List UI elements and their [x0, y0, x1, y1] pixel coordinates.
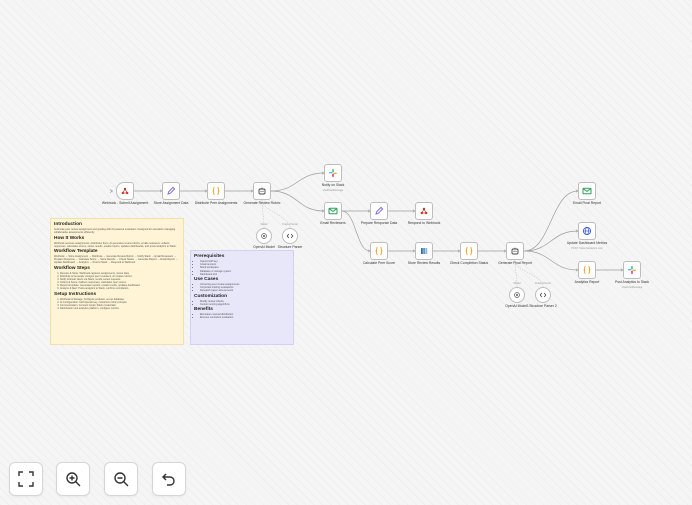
list-item: Research paper assessments	[200, 289, 290, 292]
node-openai-model[interactable]	[256, 228, 272, 244]
note-heading-use-cases: Use Cases	[194, 277, 219, 283]
pencil-icon	[166, 186, 176, 196]
note-heading-customization: Customization	[194, 293, 228, 299]
code-icon	[286, 232, 294, 240]
pencil-icon	[374, 206, 384, 216]
node-prepare-response[interactable]	[370, 202, 388, 220]
note-text-introduction: Automate peer review assignment and grad…	[54, 228, 176, 235]
node-calculate-peer[interactable]	[370, 242, 388, 260]
undo-icon	[162, 473, 175, 486]
node-label: Generate Final Report	[498, 261, 532, 265]
robot-icon	[257, 186, 267, 196]
code-braces-icon	[374, 246, 384, 256]
note-heading-setup: Setup Instructions	[54, 291, 97, 297]
zoom-in-icon	[66, 472, 81, 487]
node-structure-parser[interactable]	[282, 228, 298, 244]
node-analytics-report[interactable]	[578, 261, 596, 279]
node-label: Structure Parser 2	[529, 304, 557, 308]
node-subtitle: chatPostMessage	[322, 188, 344, 192]
node-respond-webhook[interactable]	[415, 202, 433, 220]
note-heading-how-it-works: How It Works	[54, 235, 85, 241]
note-heading-workflow-template: Workflow Template	[54, 249, 98, 255]
node-email-reviewers[interactable]	[324, 202, 342, 220]
node-generate-rubric[interactable]	[253, 182, 271, 200]
code-braces-icon	[211, 186, 221, 196]
node-webhook[interactable]	[116, 182, 134, 200]
robot-icon	[510, 246, 520, 256]
openai-icon	[260, 232, 268, 240]
note-list-customization: Modify review criteria Custom scoring al…	[194, 300, 290, 306]
fit-view-icon	[18, 471, 34, 487]
slack-icon	[627, 265, 637, 275]
note-text-workflow-template: Webhook → Store Assignment → Distribute …	[54, 255, 179, 265]
node-label: Update Dashboard Metrics	[566, 241, 608, 245]
code-braces-icon	[582, 265, 592, 275]
list-item: Custom scoring algorithms	[200, 303, 290, 306]
node-label: Notify on Slack	[321, 183, 345, 187]
list-item: Dashboard: Link analytics platform, conf…	[60, 307, 180, 310]
fit-view-button[interactable]	[9, 462, 43, 496]
node-store-review[interactable]	[415, 242, 433, 260]
workflow-canvas[interactable]: Introduction Automate peer review assign…	[0, 0, 692, 505]
slack-icon	[328, 168, 338, 178]
note-list-setup: Webhook & Storage: Configure endpoint, s…	[54, 298, 180, 311]
database-icon	[419, 246, 429, 256]
node-subtitle: chatPostMessage	[621, 285, 643, 289]
list-item: Dashboard tool	[200, 273, 290, 276]
connection-generate_final-analytics_report	[523, 250, 579, 271]
node-update-dashboard[interactable]	[578, 222, 596, 240]
note-text-how-it-works: Webhook receives assignments, distribute…	[54, 241, 177, 248]
node-generate-final[interactable]	[506, 242, 524, 260]
note-heading-benefits: Benefits	[194, 307, 213, 313]
sticky-note-overview[interactable]: Introduction Automate peer review assign…	[50, 218, 184, 345]
node-label: Structure Parser	[277, 245, 303, 249]
node-email-final[interactable]	[578, 182, 596, 200]
zoom-out-icon	[114, 472, 129, 487]
zoom-out-button[interactable]	[104, 462, 138, 496]
note-list-workflow-steps: Receive & Store: Webhook captures assign…	[54, 272, 180, 291]
connection-email_reviewers-calculate_peer	[341, 210, 371, 252]
list-item: Ensures consistent evaluation	[200, 316, 290, 319]
email-icon	[582, 186, 592, 196]
node-label: Email Final Report	[573, 201, 601, 205]
globe-icon	[582, 226, 592, 236]
note-list-benefits: Eliminates manual distribution Ensures c…	[194, 313, 290, 319]
node-subtitle: POST: https://analytics.com	[571, 246, 603, 250]
node-connector-tag: Output Parser	[281, 223, 299, 226]
list-item: Analyze & Alert: Posts analytics to Slac…	[60, 287, 180, 290]
code-icon	[539, 291, 547, 299]
node-notify-slack[interactable]	[324, 164, 342, 182]
code-braces-icon	[464, 246, 474, 256]
note-list-prerequisites: OpenAI API key Gmail account Slack works…	[194, 260, 290, 276]
note-heading-prerequisites: Prerequisites	[194, 254, 225, 260]
node-label: Respond to Webhook	[407, 221, 441, 225]
node-check-completion[interactable]	[460, 242, 478, 260]
node-connector-tag: Output Parser	[534, 282, 552, 285]
node-store-assignment[interactable]	[162, 182, 180, 200]
webhook-icon	[419, 206, 429, 216]
node-post-analytics[interactable]	[623, 261, 641, 279]
webhook-icon	[120, 186, 130, 196]
note-list-use-cases: University peer review assignments Corpo…	[194, 283, 290, 292]
sticky-note-details[interactable]: Prerequisites OpenAI API key Gmail accou…	[190, 250, 294, 345]
node-openai-model2[interactable]	[509, 287, 525, 303]
node-label: Generate Review Rubric	[243, 201, 281, 205]
node-label: Post Analytics to Slack	[614, 280, 650, 284]
trigger-marker	[109, 189, 114, 193]
note-heading-workflow-steps: Workflow Steps	[54, 265, 90, 271]
node-structure-parser2[interactable]	[535, 287, 551, 303]
node-distribute-peer[interactable]	[207, 182, 225, 200]
note-heading-introduction: Introduction	[54, 222, 82, 228]
openai-icon	[513, 291, 521, 299]
zoom-in-button[interactable]	[56, 462, 90, 496]
undo-button[interactable]	[152, 462, 186, 496]
email-icon	[328, 206, 338, 216]
